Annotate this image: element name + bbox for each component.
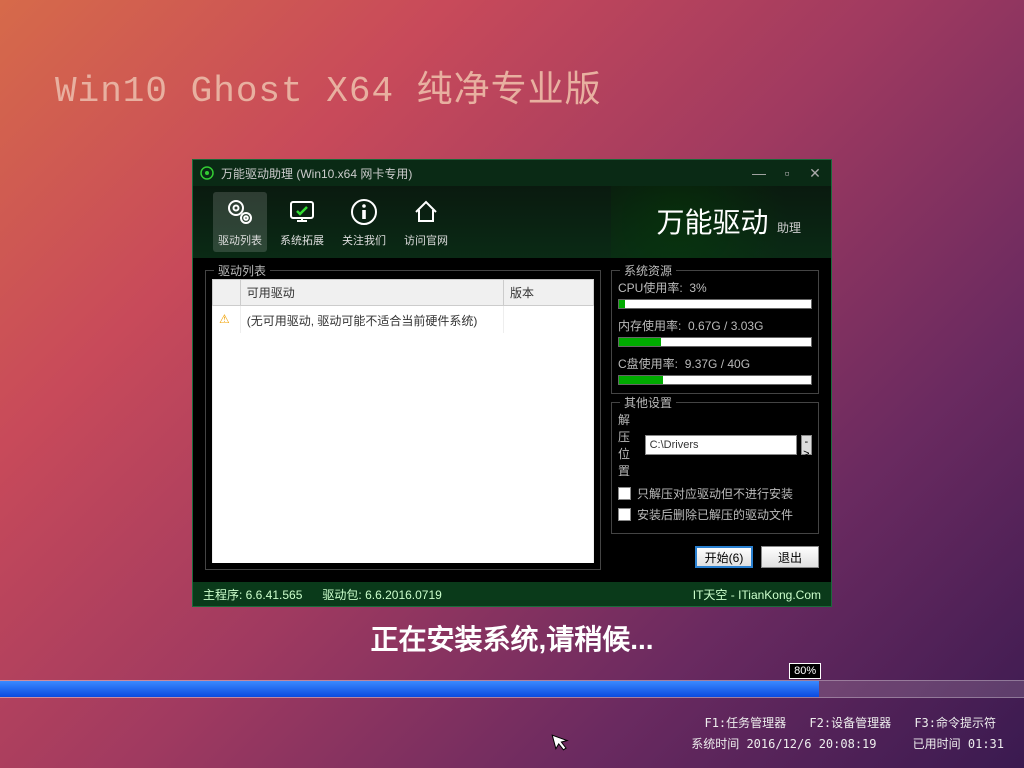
fn-cmd: F3:命令提示符 <box>914 716 996 730</box>
monitor-icon <box>286 196 318 228</box>
status-site: IT天空 - ITianKong.Com <box>693 586 821 603</box>
warning-icon: ⚠ <box>219 312 230 326</box>
browse-button[interactable]: -> <box>801 435 812 455</box>
home-icon <box>410 196 442 228</box>
system-resources-panel: 系统资源 CPU使用率: 3% 内存使用率: 0.67G / 3.03G C盘使… <box>611 270 819 394</box>
fn-devmgr: F2:设备管理器 <box>809 716 891 730</box>
col-version[interactable]: 版本 <box>504 280 594 306</box>
gear-icon <box>224 196 256 228</box>
disk-usage: C盘使用率: 9.37G / 40G <box>618 355 812 385</box>
toolbar-follow-us[interactable]: 关注我们 <box>337 192 391 252</box>
close-button[interactable]: ✕ <box>805 165 825 182</box>
minimize-button[interactable]: — <box>749 165 769 182</box>
status-driver: 驱动包: 6.6.2016.0719 <box>322 588 441 602</box>
table-row: ⚠ (无可用驱动, 驱动可能不适合当前硬件系统) <box>213 306 594 334</box>
checkbox-extract-only[interactable] <box>618 487 631 500</box>
driver-list-panel: 驱动列表 可用驱动 版本 ⚠ (无可用驱动, 驱动可能不适合当前硬件系统) <box>205 270 601 570</box>
checkbox-delete-after[interactable] <box>618 508 631 521</box>
fn-taskmgr: F1:任务管理器 <box>704 716 786 730</box>
maximize-button[interactable]: ▫ <box>777 165 797 182</box>
driver-assistant-window: 万能驱动助理 (Win10.x64 网卡专用) — ▫ ✕ 驱动列表 系统拓展 … <box>192 159 832 607</box>
titlebar[interactable]: 万能驱动助理 (Win10.x64 网卡专用) — ▫ ✕ <box>193 160 831 186</box>
cursor-icon <box>551 730 573 758</box>
toolbar-visit-site[interactable]: 访问官网 <box>399 192 453 252</box>
toolbar-driver-list[interactable]: 驱动列表 <box>213 192 267 252</box>
status-main: 主程序: 6.6.41.565 <box>203 588 302 602</box>
brand: 万能驱动 助理 <box>657 201 801 241</box>
install-progress: 80% <box>0 680 1024 698</box>
memory-usage: 内存使用率: 0.67G / 3.03G <box>618 317 812 347</box>
statusbar: 主程序: 6.6.41.565 驱动包: 6.6.2016.0719 IT天空 … <box>193 582 831 606</box>
extract-path-input[interactable] <box>645 435 797 455</box>
page-title: Win10 Ghost X64 纯净专业版 <box>55 60 602 112</box>
other-settings-panel: 其他设置 解压位置 -> 只解压对应驱动但不进行安装 安装后删除已解压的驱动文件 <box>611 402 819 534</box>
elapsed-time: 01:31 <box>968 737 1004 751</box>
exit-button[interactable]: 退出 <box>761 546 819 568</box>
driver-table: 可用驱动 版本 ⚠ (无可用驱动, 驱动可能不适合当前硬件系统) <box>212 279 594 563</box>
start-button[interactable]: 开始(6) <box>695 546 753 568</box>
toolbar-system-ext[interactable]: 系统拓展 <box>275 192 329 252</box>
toolbar: 驱动列表 系统拓展 关注我们 访问官网 万能驱动 助理 <box>193 186 831 258</box>
col-driver[interactable]: 可用驱动 <box>240 280 503 306</box>
system-time: 2016/12/6 20:08:19 <box>746 737 876 751</box>
extract-label: 解压位置 <box>618 411 641 479</box>
footer-info: F1:任务管理器 F2:设备管理器 F3:命令提示符 系统时间 2016/12/… <box>691 713 1004 756</box>
app-icon <box>199 165 215 181</box>
window-title: 万能驱动助理 (Win10.x64 网卡专用) <box>221 165 412 182</box>
installing-message: 正在安装系统,请稍候... <box>0 618 1024 658</box>
progress-percent: 80% <box>789 663 821 679</box>
cpu-usage: CPU使用率: 3% <box>618 279 812 309</box>
info-icon <box>348 196 380 228</box>
